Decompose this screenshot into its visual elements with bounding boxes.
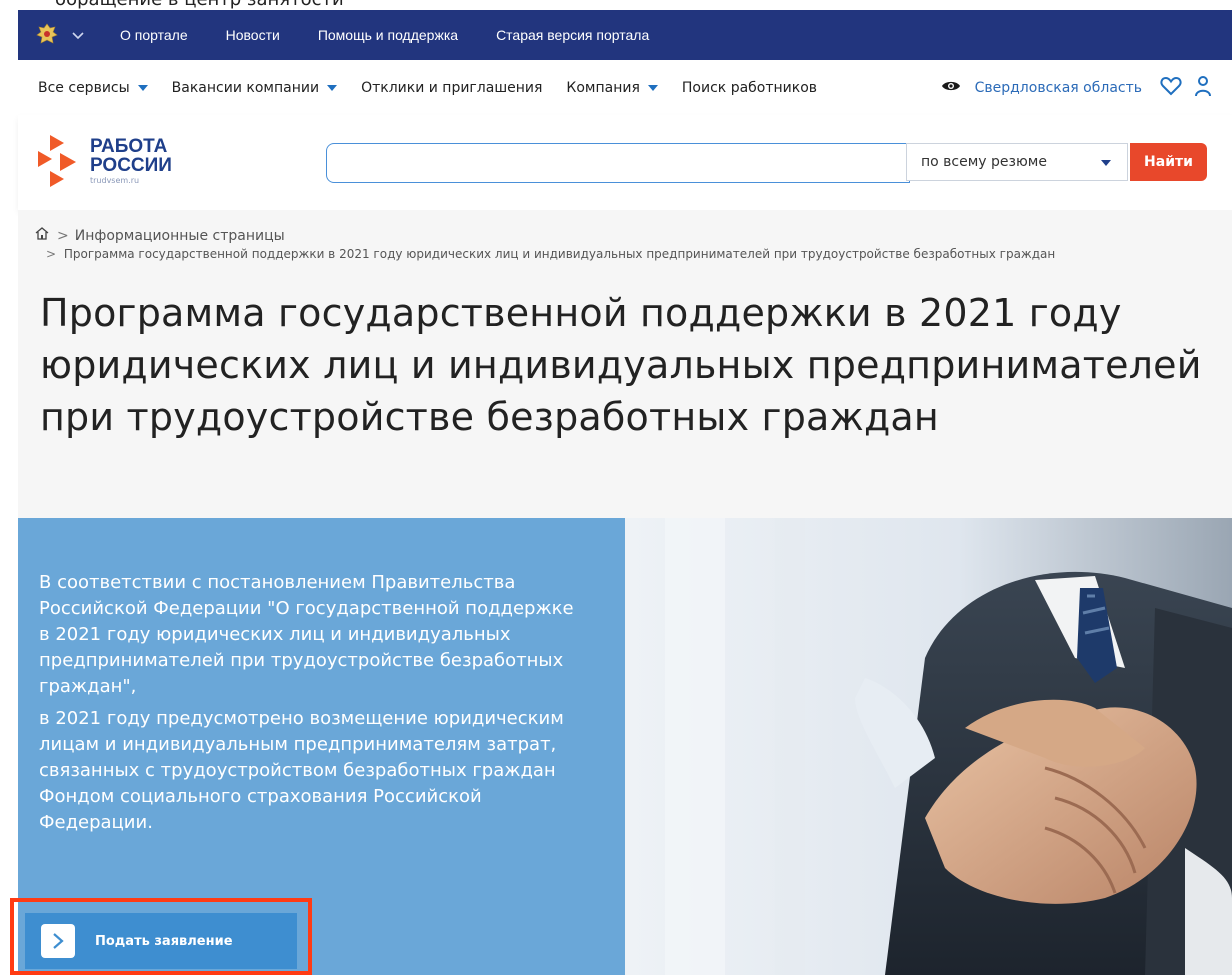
cut-text: обращение в центр занятости — [55, 0, 344, 10]
apply-button-label: Подать заявление — [95, 933, 233, 949]
user-icon[interactable] — [1194, 75, 1212, 101]
menu-label: Вакансии компании — [171, 79, 320, 96]
breadcrumb-current: Программа государственной поддержки в 20… — [63, 247, 1056, 261]
caret-down-icon — [137, 84, 148, 91]
menu-right-group: Свердловская область — [941, 60, 1212, 115]
hero-paragraph-1: В соответствии с постановлением Правител… — [39, 572, 574, 697]
gov-link-about[interactable]: О портале — [120, 27, 188, 43]
caret-down-icon — [327, 84, 338, 91]
menu-company-vacancies[interactable]: Вакансии компании — [171, 79, 338, 96]
logo-domain: trudvsem.ru — [90, 176, 140, 185]
arrow-right-icon — [41, 924, 75, 958]
logo[interactable]: РАБОТА РОССИИ trudvsem.ru — [38, 133, 172, 189]
top-cut-strip: обращение в центр занятости — [0, 0, 1232, 10]
menu-responses[interactable]: Отклики и приглашения — [361, 80, 542, 96]
chevron-down-icon[interactable] — [72, 28, 84, 43]
main-menu: Все сервисы Вакансии компании Отклики и … — [18, 60, 1232, 116]
logo-line2: РОССИИ — [90, 155, 172, 176]
eye-icon[interactable] — [941, 79, 961, 97]
menu-search-workers[interactable]: Поиск работников — [682, 80, 817, 96]
menu-company[interactable]: Компания — [566, 79, 658, 96]
handshake-photo — [625, 518, 1232, 975]
logo-mark-icon — [38, 135, 76, 187]
search-scope-value: по всему резюме — [921, 154, 1047, 170]
home-icon[interactable] — [35, 227, 49, 244]
search-button[interactable]: Найти — [1130, 143, 1207, 181]
hero-text: В соответствии с постановлением Правител… — [39, 570, 579, 842]
breadcrumb-line2: > Программа государственной поддержки в … — [46, 247, 1055, 261]
emblem-icon[interactable] — [34, 22, 60, 48]
breadcrumb-separator: > — [57, 227, 69, 244]
heart-icon[interactable] — [1160, 76, 1182, 100]
gov-top-bar: О портале Новости Помощь и поддержка Ста… — [18, 10, 1232, 60]
region-selector[interactable]: Свердловская область — [975, 80, 1142, 96]
site-header: РАБОТА РОССИИ trudvsem.ru по всему резюм… — [18, 115, 1232, 210]
menu-label: Отклики и приглашения — [361, 79, 543, 96]
gov-link-old-version[interactable]: Старая версия портала — [496, 27, 649, 43]
gov-link-help[interactable]: Помощь и поддержка — [318, 27, 458, 43]
apply-button[interactable]: Подать заявление — [25, 913, 297, 969]
logo-line1: РАБОТА — [90, 136, 168, 157]
breadcrumb-level1[interactable]: Информационные страницы — [75, 228, 285, 244]
search-scope-select[interactable]: по всему резюме — [906, 143, 1128, 181]
page-title: Программа государственной поддержки в 20… — [40, 291, 1202, 439]
caret-down-icon — [647, 84, 658, 91]
caret-down-icon — [1101, 160, 1111, 166]
breadcrumb: > Информационные страницы — [35, 227, 285, 244]
logo-text: РАБОТА РОССИИ trudvsem.ru — [90, 137, 172, 185]
gov-link-news[interactable]: Новости — [226, 27, 280, 43]
menu-label: Поиск работников — [681, 79, 818, 96]
breadcrumb-separator: > — [46, 247, 57, 261]
menu-label: Компания — [566, 79, 640, 96]
search-input[interactable] — [326, 143, 910, 183]
hero-paragraph-2: в 2021 году предусмотрено возмещение юри… — [39, 708, 564, 833]
menu-all-services[interactable]: Все сервисы — [38, 80, 148, 96]
menu-label: Все сервисы — [38, 79, 130, 96]
